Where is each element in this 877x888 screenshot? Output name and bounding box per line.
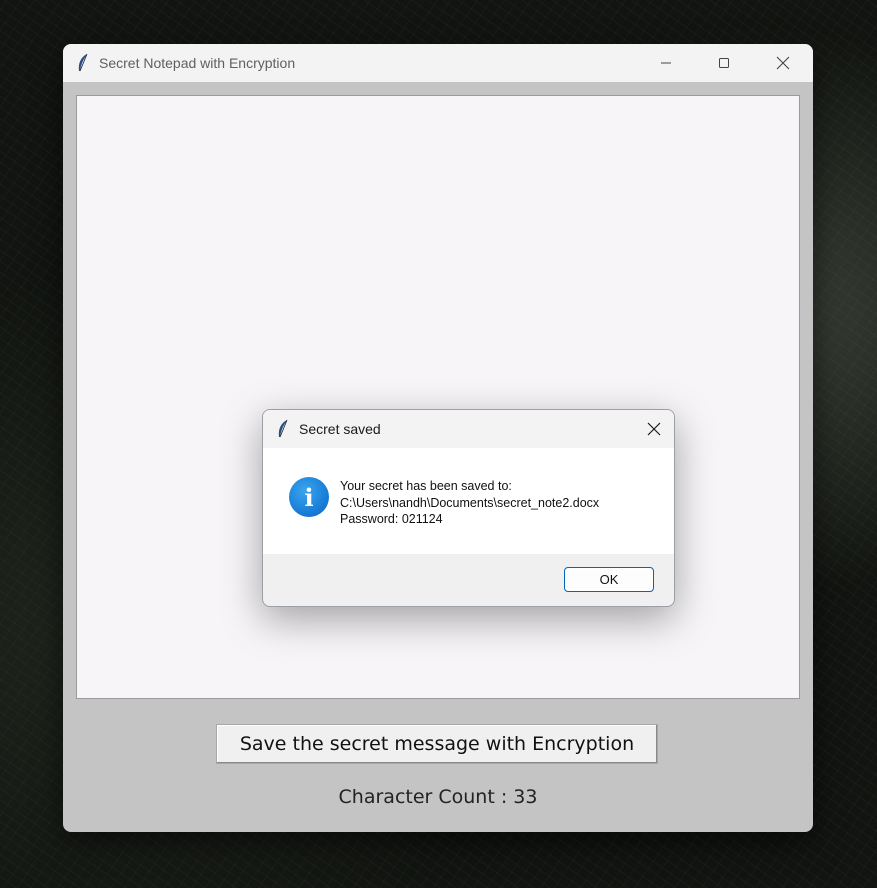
dialog-close-button[interactable]	[635, 410, 673, 448]
maximize-icon	[719, 58, 729, 68]
message-line: Your secret has been saved to:	[340, 479, 512, 493]
ok-button[interactable]: OK	[564, 567, 654, 592]
feather-icon	[78, 53, 88, 72]
message-line: Password: 021124	[340, 512, 443, 526]
secret-saved-dialog: Secret saved i Your secret has been save…	[262, 409, 675, 607]
save-encrypted-button[interactable]: Save the secret message with Encryption	[216, 724, 658, 764]
minimize-icon	[661, 62, 671, 64]
close-button[interactable]	[754, 44, 812, 82]
info-icon: i	[289, 477, 329, 517]
dialog-title: Secret saved	[299, 421, 381, 437]
dialog-message: Your secret has been saved to: C:\Users\…	[340, 478, 599, 528]
window-titlebar[interactable]: Secret Notepad with Encryption	[63, 44, 813, 82]
close-icon	[776, 56, 790, 70]
close-icon	[647, 422, 661, 436]
dialog-body: i Your secret has been saved to: C:\User…	[263, 448, 674, 554]
minimize-button[interactable]	[637, 44, 695, 82]
maximize-button[interactable]	[695, 44, 753, 82]
dialog-titlebar[interactable]: Secret saved	[263, 410, 674, 448]
feather-icon	[278, 419, 288, 438]
window-title: Secret Notepad with Encryption	[99, 55, 296, 71]
secret-text-editor[interactable]	[76, 95, 800, 699]
character-count-label: Character Count : 33	[338, 786, 538, 808]
message-line: C:\Users\nandh\Documents\secret_note2.do…	[340, 495, 600, 510]
